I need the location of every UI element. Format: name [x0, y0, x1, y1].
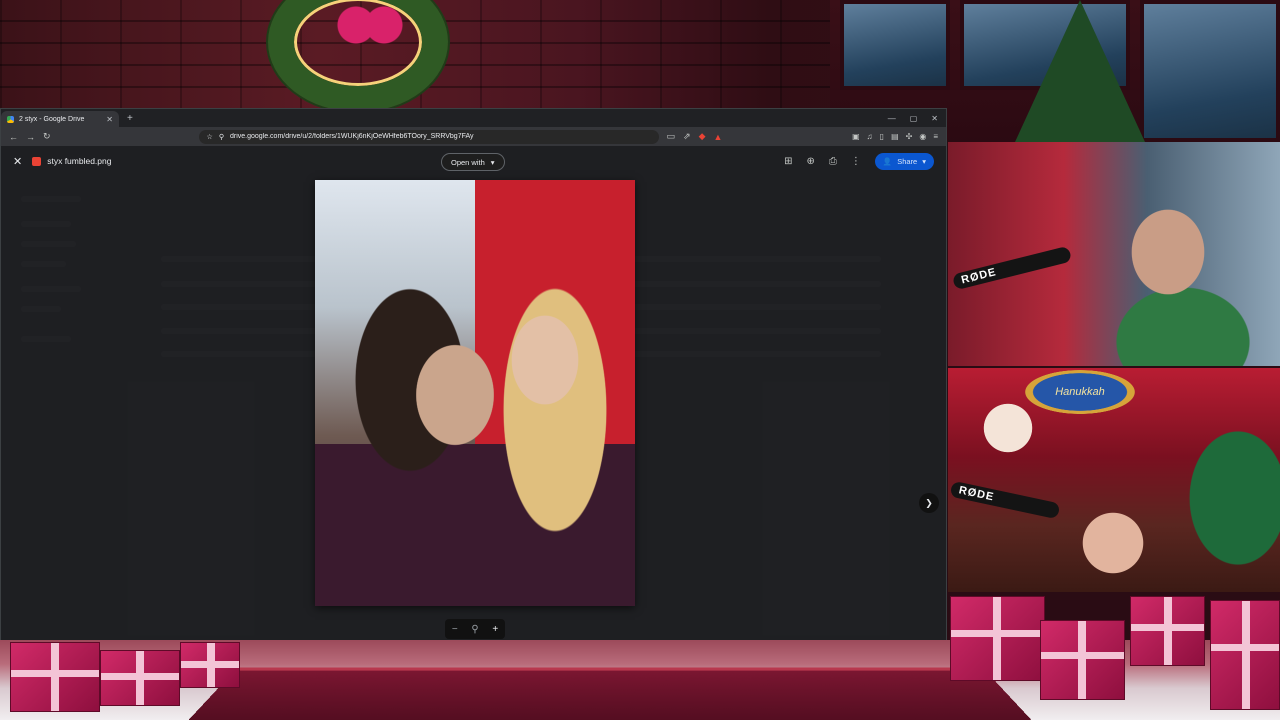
- extensions-area: ▣ ♫ ▯ ▤ ✣ ◉ ≡: [852, 132, 938, 141]
- share-label: Share: [897, 157, 918, 166]
- file-name: styx fumbled.png: [47, 156, 112, 166]
- red-rug: [178, 667, 1042, 720]
- window-controls: — ▢ ✕: [888, 114, 946, 123]
- dropdown-arrow-icon: ▾: [490, 157, 495, 167]
- gift-box: [950, 596, 1045, 681]
- zoom-controls: − ⚲ +: [445, 619, 505, 639]
- gift-box: [180, 642, 240, 688]
- sidebar-icon[interactable]: ▯: [880, 132, 884, 141]
- puzzle-extensions-icon[interactable]: ✣: [906, 132, 913, 141]
- gift-box: [1210, 600, 1280, 710]
- menu-icon[interactable]: ≡: [933, 132, 938, 141]
- gift-box: [1130, 596, 1205, 666]
- close-preview-icon[interactable]: ✕: [13, 155, 22, 168]
- minimize-icon[interactable]: —: [888, 114, 896, 123]
- zoom-in-icon[interactable]: +: [492, 624, 498, 635]
- close-window-icon[interactable]: ✕: [931, 114, 938, 123]
- profile-icon[interactable]: ◉: [919, 132, 926, 141]
- extension-icon[interactable]: ◆: [699, 131, 706, 142]
- forward-icon[interactable]: →: [26, 132, 35, 142]
- share-people-icon: 👤: [882, 157, 893, 166]
- alert-extension-icon[interactable]: ▲: [714, 132, 723, 142]
- gift-box: [1040, 620, 1125, 700]
- wreath-bow: [335, 0, 405, 50]
- open-with-button[interactable]: Open with ▾: [441, 153, 505, 171]
- christmas-tree: [1015, 0, 1145, 142]
- tab-title: 2 styx - Google Drive: [19, 115, 85, 123]
- zoom-magnifier-icon[interactable]: ⚲: [471, 624, 478, 635]
- browser-toolbar: ← → ↻ ☆ ⚲ drive.google.com/drive/u/2/fol…: [1, 127, 946, 146]
- mic-brand-label: RØDE: [960, 266, 998, 287]
- site-info-icon[interactable]: ⚲: [219, 133, 224, 141]
- drive-favicon-icon: [7, 115, 14, 123]
- close-tab-icon[interactable]: ✕: [106, 115, 113, 124]
- next-file-icon[interactable]: ❯: [919, 493, 939, 513]
- open-with-label: Open with: [451, 157, 485, 167]
- reading-icon[interactable]: ▤: [891, 132, 899, 141]
- browser-window: 2 styx - Google Drive ✕ + — ▢ ✕ ← → ↻ ☆ …: [0, 108, 947, 640]
- hanukkah-banner: Hanukkah: [1025, 370, 1135, 414]
- banner-text: Hanukkah: [1055, 386, 1105, 398]
- share-dropdown-icon[interactable]: ▾: [922, 157, 926, 166]
- print-icon[interactable]: ⎙: [829, 156, 837, 167]
- mic-brand-label: RØDE: [957, 484, 996, 504]
- gift-box: [10, 642, 100, 712]
- address-bar[interactable]: ☆ ⚲ drive.google.com/drive/u/2/folders/1…: [198, 129, 659, 144]
- reload-icon[interactable]: ↻: [43, 131, 51, 142]
- gift-box: [100, 650, 180, 706]
- browser-tab[interactable]: 2 styx - Google Drive ✕: [1, 111, 119, 127]
- image-file-icon: [32, 156, 42, 166]
- add-comment-icon[interactable]: ⊕: [806, 156, 814, 167]
- screenshot-icon[interactable]: ▣: [852, 132, 860, 141]
- music-icon[interactable]: ♫: [867, 132, 873, 141]
- bookmark-icon[interactable]: ☆: [207, 133, 213, 141]
- maximize-icon[interactable]: ▢: [910, 114, 918, 123]
- microphone: RØDE: [949, 480, 1061, 520]
- add-to-drive-icon[interactable]: ⊞: [784, 156, 792, 167]
- share-page-icon[interactable]: ⇗: [683, 131, 691, 142]
- webcam-streamer-1: RØDE: [948, 142, 1280, 366]
- back-icon[interactable]: ←: [9, 132, 18, 142]
- more-options-icon[interactable]: ⋮: [851, 156, 861, 167]
- cast-icon[interactable]: ▭: [667, 131, 676, 142]
- microphone: RØDE: [951, 245, 1073, 291]
- share-button[interactable]: 👤 Share ▾: [874, 153, 934, 170]
- new-tab-icon[interactable]: +: [127, 113, 133, 124]
- preview-photo: [315, 180, 635, 606]
- url-text: drive.google.com/drive/u/2/folders/1WUKj…: [229, 133, 474, 140]
- viewer-actions: ⊞ ⊕ ⎙ ⋮ 👤 Share ▾: [784, 153, 934, 170]
- file-preview-viewer: ✕ styx fumbled.png Open with ▾ ⊞ ⊕ ⎙ ⋮ 👤…: [1, 146, 946, 640]
- zoom-out-icon[interactable]: −: [452, 624, 458, 635]
- tab-bar: 2 styx - Google Drive ✕ + — ▢ ✕: [1, 109, 946, 127]
- window-pane: [840, 0, 950, 90]
- window-pane: [1140, 0, 1280, 142]
